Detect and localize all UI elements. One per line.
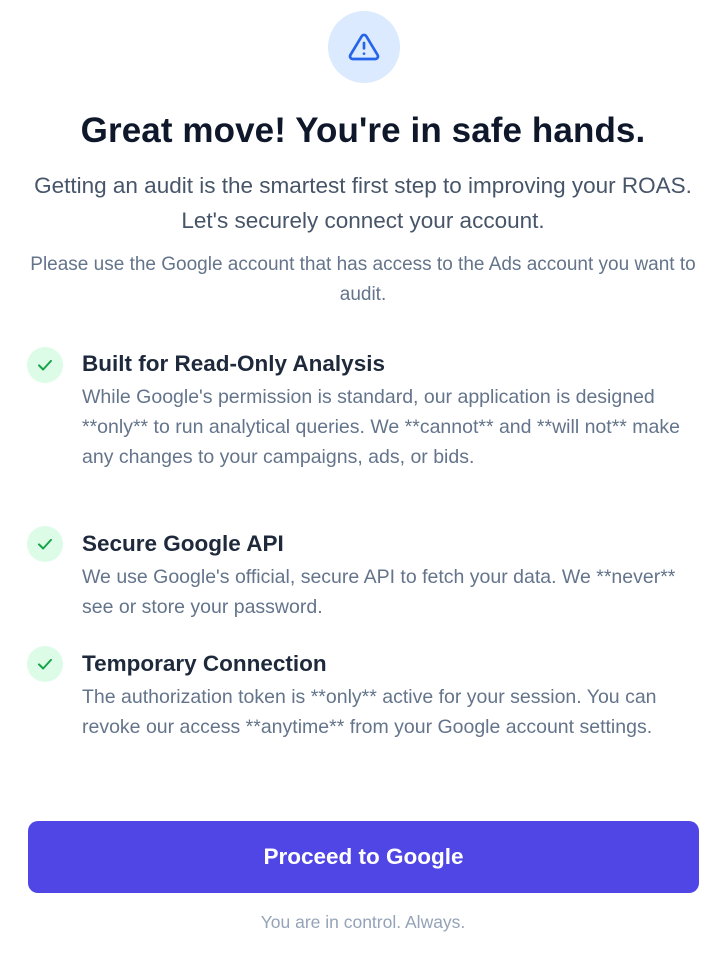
check-badge xyxy=(27,526,63,562)
feature-description: The authorization token is **only** acti… xyxy=(82,686,657,738)
check-icon xyxy=(38,359,52,371)
warning-badge xyxy=(328,11,400,83)
feature-title: Secure Google API xyxy=(82,531,284,556)
connect-account-modal: Great move! You're in safe hands. Gettin… xyxy=(0,0,726,965)
warning-triangle-icon xyxy=(348,33,380,61)
feature-description: We use Google's official, secure API to … xyxy=(82,566,676,618)
check-badge xyxy=(27,646,63,682)
feature-description: While Google's permission is standard, o… xyxy=(82,386,680,468)
check-icon xyxy=(38,658,52,670)
account-note: Please use the Google account that has a… xyxy=(30,254,696,305)
check-badge xyxy=(27,347,63,383)
page-title: Great move! You're in safe hands. xyxy=(80,111,646,150)
check-icon xyxy=(38,538,52,550)
feature-title: Built for Read-Only Analysis xyxy=(82,351,385,376)
proceed-to-google-button[interactable]: Proceed to Google xyxy=(28,821,699,893)
page-subtitle: Getting an audit is the smartest first s… xyxy=(34,173,692,233)
footer-text: You are in control. Always. xyxy=(260,912,466,932)
feature-title: Temporary Connection xyxy=(82,651,327,676)
